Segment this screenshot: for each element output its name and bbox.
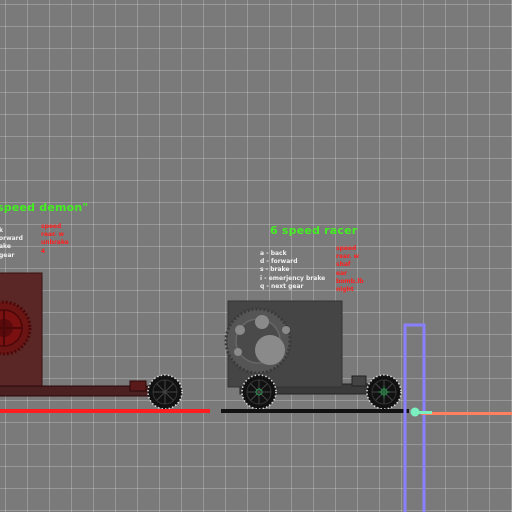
wheel-icon xyxy=(147,374,183,410)
speed-line xyxy=(421,412,512,415)
game-scene xyxy=(0,272,512,512)
car2-speed-bar xyxy=(221,409,409,413)
car1-speed-bar xyxy=(0,409,210,413)
car2 xyxy=(221,300,409,413)
player-marker-icon xyxy=(410,407,432,417)
car1-axle-block xyxy=(129,380,147,392)
wheel-icon xyxy=(241,374,277,410)
car1 xyxy=(0,272,210,413)
car2-axle-block xyxy=(351,375,367,387)
purple-wall xyxy=(403,323,426,512)
gear-icon xyxy=(224,307,292,375)
